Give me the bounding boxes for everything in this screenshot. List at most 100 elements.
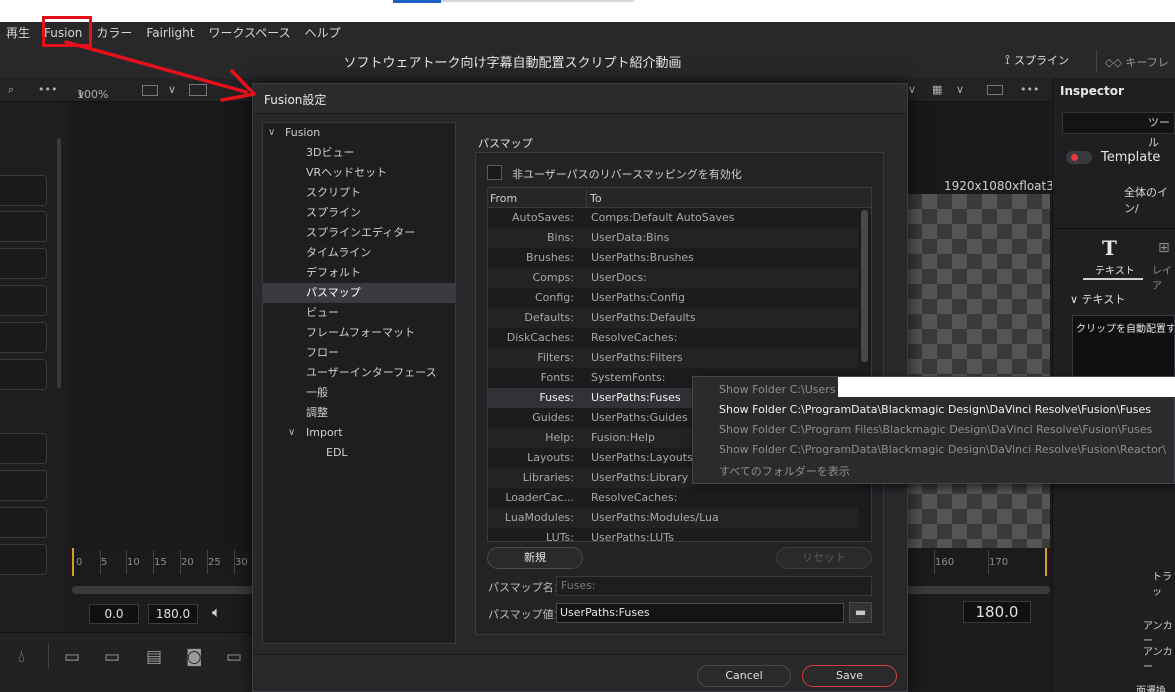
tree-item[interactable]: スプラインエディター — [263, 223, 455, 243]
table-row[interactable]: Bins: UserData:Bins — [488, 228, 858, 248]
pathmap-value-field[interactable]: UserPaths:Fuses — [556, 603, 844, 623]
tool-slot[interactable] — [0, 359, 47, 390]
droplet-icon[interactable]: 💧︎ — [18, 647, 25, 667]
ruler-tick: 30 — [235, 557, 248, 568]
template-toggle[interactable] — [1066, 151, 1092, 164]
ruler-tick: 15 — [154, 557, 167, 568]
tree-item-pathmap-selected[interactable]: パスマップ — [263, 283, 455, 303]
menu-help[interactable]: ヘルプ — [298, 22, 348, 44]
ruler-line — [234, 550, 235, 574]
context-menu-item[interactable]: Show Folder C:\Program Files\Blackmagic … — [719, 423, 1152, 436]
text-tool-icon[interactable]: T — [1102, 236, 1117, 260]
ruler-line — [153, 550, 154, 574]
tool-slot[interactable] — [0, 248, 47, 279]
volume-icon[interactable]: 🔈︎ — [212, 603, 221, 621]
table-row[interactable]: LuaModules: UserPaths:Modules/Lua — [488, 508, 858, 528]
tool-slot[interactable] — [0, 322, 47, 353]
tree-item[interactable]: ユーザーインターフェース — [263, 363, 455, 383]
table-row[interactable]: Filters: UserPaths:Filters — [488, 348, 858, 368]
tool-slot[interactable] — [0, 211, 47, 242]
tree-item[interactable]: 一般 — [263, 383, 455, 403]
menu-playback[interactable]: 再生 — [0, 22, 37, 44]
tree-item-edl[interactable]: EDL — [263, 443, 455, 463]
tab-layout[interactable]: レイア — [1152, 262, 1175, 292]
table-row[interactable]: Config: UserPaths:Config — [488, 288, 858, 308]
tree-item[interactable]: デフォルト — [263, 263, 455, 283]
annotation-arrow-line — [64, 40, 248, 94]
new-button[interactable]: 新規 — [487, 547, 583, 569]
fullscreen-icon[interactable] — [987, 85, 1003, 95]
dialog-titlebar[interactable] — [253, 84, 907, 114]
layer-tool-icon[interactable]: ▤ — [146, 647, 162, 667]
table-row[interactable]: Comps: UserDocs: — [488, 268, 858, 288]
table-scrollbar[interactable] — [861, 210, 868, 362]
browse-folder-button[interactable]: ▬ — [849, 602, 872, 623]
pathmap-name-label: パスマップ名： — [488, 581, 565, 594]
table-row[interactable]: DiskCaches: ResolveCaches: — [488, 328, 858, 348]
tree-item[interactable]: VRヘッドセット — [263, 163, 455, 183]
merge-tool-icon[interactable]: ▭ — [104, 647, 120, 667]
cancel-button[interactable]: Cancel — [697, 665, 791, 687]
tree-item[interactable]: ビュー — [263, 303, 455, 323]
keyframe-tab[interactable]: ◇◇ キーフレ — [1105, 54, 1169, 70]
reverse-mapping-checkbox[interactable] — [487, 165, 502, 180]
more-icon[interactable]: ••• — [38, 83, 57, 96]
tree-item[interactable]: 3Dビュー — [263, 143, 455, 163]
column-header-from[interactable]: From — [490, 192, 517, 205]
layout-tab-icon[interactable]: ⊞ — [1158, 240, 1170, 256]
left-panel-scrollbar[interactable] — [57, 138, 61, 388]
tab-text[interactable]: テキスト — [1095, 262, 1135, 277]
dialog-footer-divider — [253, 654, 907, 655]
annotation-arrow — [64, 40, 256, 102]
text-input[interactable]: クリップを自動配置す — [1072, 315, 1175, 377]
background-tool-icon[interactable]: ▭ — [64, 647, 80, 667]
search-icon[interactable]: ⌕ — [8, 83, 14, 97]
row-from: Bins: — [546, 231, 574, 244]
table-row[interactable]: Brushes: UserPaths:Brushes — [488, 248, 858, 268]
current-time-field[interactable]: 180.0 — [963, 601, 1031, 623]
end-time-field[interactable]: 180.0 — [148, 604, 198, 624]
chevron-down-icon[interactable]: ∨ — [956, 83, 964, 96]
range-end-marker[interactable] — [1045, 548, 1047, 576]
tree-item-fusion[interactable]: Fusion — [263, 123, 455, 143]
more-icon[interactable]: ••• — [1020, 83, 1039, 96]
tree-item[interactable]: スクリプト — [263, 183, 455, 203]
tree-item[interactable]: フレームフォーマット — [263, 323, 455, 343]
save-button[interactable]: Save — [802, 665, 897, 687]
ruler-tick: 20 — [181, 557, 194, 568]
tool-slot[interactable] — [0, 507, 47, 538]
transform-tool-icon[interactable]: ▭ — [226, 647, 242, 667]
context-menu-item-active[interactable]: Show Folder C:\ProgramData\Blackmagic De… — [719, 403, 1151, 416]
range-start-marker[interactable] — [72, 548, 74, 576]
table-row[interactable]: AutoSaves: Comps:Default AutoSaves — [488, 208, 858, 228]
spline-tab[interactable]: ⟟ スプライン — [1005, 52, 1069, 68]
tool-slot[interactable] — [0, 544, 47, 575]
tree-item[interactable]: タイムライン — [263, 243, 455, 263]
table-row[interactable]: Defaults: UserPaths:Defaults — [488, 308, 858, 328]
context-menu-item[interactable]: すべてのフォルダーを表示 — [719, 463, 850, 479]
column-header-to[interactable]: To — [590, 192, 602, 205]
tree-item[interactable]: 調整 — [263, 403, 455, 423]
grid-icon[interactable]: ▦ — [932, 83, 942, 96]
tool-slot[interactable] — [0, 285, 47, 316]
tool-slot[interactable] — [0, 433, 47, 464]
table-row[interactable]: LUTs: UserPaths:LUTs — [488, 528, 858, 541]
table-row[interactable]: LoaderCac... ResolveCaches: — [488, 488, 858, 508]
inspector-tool-field[interactable]: ツール — [1062, 112, 1175, 149]
start-time-field[interactable]: 0.0 — [89, 604, 139, 624]
mask-tool-icon[interactable]: ◙ — [186, 647, 203, 667]
text-section-header[interactable]: ∨ テキスト — [1070, 291, 1125, 307]
context-menu-item[interactable]: Show Folder C:\Users — [719, 383, 836, 396]
context-menu-item[interactable]: Show Folder C:\ProgramData\Blackmagic De… — [719, 443, 1174, 456]
row-from: Config: — [535, 291, 574, 304]
column-divider[interactable] — [586, 189, 587, 207]
tree-item[interactable]: フロー — [263, 343, 455, 363]
pathmap-name-field[interactable]: Fuses: — [556, 576, 872, 596]
reset-button[interactable]: リセット — [776, 547, 872, 569]
tree-item[interactable]: スプライン — [263, 203, 455, 223]
row-to: Fusion:Help — [591, 431, 655, 444]
tree-item-import[interactable]: Import — [263, 423, 455, 443]
tool-slot[interactable] — [0, 470, 47, 501]
tool-slot[interactable] — [0, 175, 47, 206]
chevron-down-icon[interactable]: ∨ — [908, 83, 916, 96]
